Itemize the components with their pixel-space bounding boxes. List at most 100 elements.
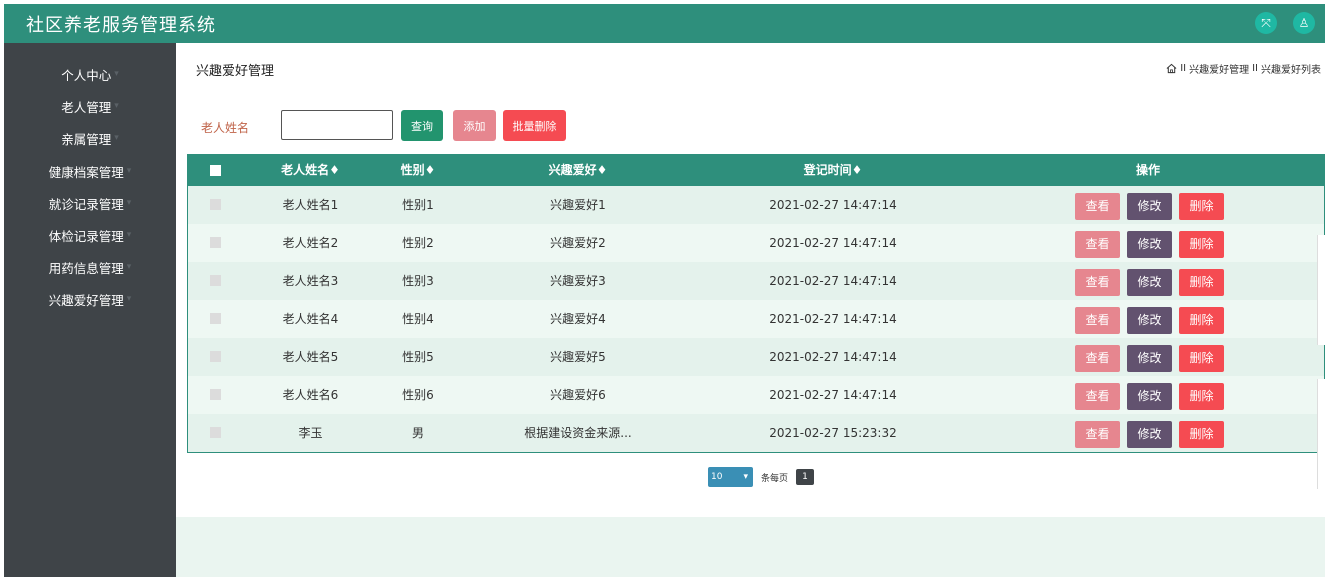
cell-name: 老人姓名3 [282, 274, 339, 288]
column-header-name[interactable]: 老人姓名♦ [268, 154, 353, 186]
delete-button[interactable]: 删除 [1179, 345, 1224, 372]
delete-button[interactable]: 删除 [1179, 307, 1224, 334]
sidebar-item-medication[interactable]: 用药信息管理 ▾ [4, 254, 176, 280]
table-header: 老人姓名♦ 性别♦ 兴趣爱好♦ 登记时间♦ 操作 [188, 154, 1324, 186]
row-checkbox[interactable] [210, 351, 221, 362]
row-checkbox[interactable] [210, 389, 221, 400]
view-button[interactable]: 查看 [1075, 345, 1120, 372]
chevron-down-icon: ▾ [126, 294, 132, 304]
column-header-hobby[interactable]: 兴趣爱好♦ [518, 154, 638, 186]
query-button[interactable]: 查询 [401, 110, 443, 141]
chevron-down-icon: ▾ [126, 262, 132, 272]
delete-button[interactable]: 删除 [1179, 193, 1224, 220]
page-size-select[interactable]: 10 ▾ [708, 467, 753, 487]
fullscreen-icon[interactable]: ⤧ [1255, 12, 1277, 34]
cell-name: 老人姓名6 [282, 388, 339, 402]
delete-button[interactable]: 删除 [1179, 383, 1224, 410]
table-row: 老人姓名4 性别4 兴趣爱好4 2021-02-27 14:47:14 查看 修… [188, 300, 1324, 338]
batch-delete-button[interactable]: 批量删除 [503, 110, 566, 141]
cell-hobby: 兴趣爱好6 [550, 388, 606, 402]
sidebar-item-health-records[interactable]: 健康档案管理 ▾ [4, 158, 176, 184]
sidebar-item-label: 亲属管理 [61, 131, 112, 147]
cell-hobby: 兴趣爱好4 [550, 312, 606, 326]
sidebar-item-checkup-records[interactable]: 体检记录管理 ▾ [4, 222, 176, 248]
column-header-gender[interactable]: 性别♦ [383, 154, 453, 186]
select-all-checkbox[interactable] [210, 165, 221, 176]
hobby-table: 老人姓名♦ 性别♦ 兴趣爱好♦ 登记时间♦ 操作 老人姓名1 性别1 兴趣爱好1… [187, 154, 1325, 453]
cell-gender: 男 [411, 426, 424, 440]
sort-icon: ♦ [851, 163, 863, 177]
page-size-label: 条每页 [761, 473, 789, 484]
row-checkbox[interactable] [210, 237, 221, 248]
chevron-down-icon: ▾ [126, 230, 132, 240]
cell-gender: 性别2 [402, 236, 434, 250]
cell-hobby: 兴趣爱好1 [550, 198, 606, 212]
view-button[interactable]: 查看 [1075, 383, 1120, 410]
chevron-down-icon: ▾ [743, 472, 748, 482]
row-checkbox[interactable] [210, 313, 221, 324]
cell-hobby: 兴趣爱好2 [550, 236, 606, 250]
edit-button[interactable]: 修改 [1127, 193, 1172, 220]
delete-button[interactable]: 删除 [1179, 269, 1224, 296]
sort-icon: ♦ [596, 163, 608, 177]
chevron-down-icon: ▾ [114, 133, 119, 143]
elderly-name-search-input[interactable] [281, 110, 393, 140]
table-row: 老人姓名6 性别6 兴趣爱好6 2021-02-27 14:47:14 查看 修… [188, 376, 1324, 414]
home-icon[interactable] [1166, 63, 1177, 74]
edit-button[interactable]: 修改 [1127, 421, 1172, 448]
view-button[interactable]: 查看 [1075, 269, 1120, 296]
breadcrumb-item-hobby-management[interactable]: 兴趣爱好管理 [1189, 61, 1249, 76]
add-button[interactable]: 添加 [453, 110, 496, 141]
page-number-button[interactable]: 1 [796, 469, 815, 485]
row-checkbox[interactable] [210, 427, 221, 438]
table-row: 老人姓名1 性别1 兴趣爱好1 2021-02-27 14:47:14 查看 修… [188, 186, 1324, 224]
user-icon[interactable]: ♙ [1293, 12, 1315, 34]
cell-name: 老人姓名2 [282, 236, 339, 250]
sidebar-item-personal-center[interactable]: 个人中心 ▾ [4, 61, 176, 87]
cell-hobby: 兴趣爱好5 [550, 350, 606, 364]
cell-name: 老人姓名4 [282, 312, 339, 326]
cell-name: 李玉 [298, 426, 323, 440]
edit-button[interactable]: 修改 [1127, 231, 1172, 258]
edit-button[interactable]: 修改 [1127, 307, 1172, 334]
view-button[interactable]: 查看 [1075, 193, 1120, 220]
cell-time: 2021-02-27 14:47:14 [769, 312, 897, 326]
table-row: 李玉 男 根据建设资金来源... 2021-02-27 15:23:32 查看 … [188, 414, 1324, 452]
row-checkbox[interactable] [210, 199, 221, 210]
main-content: 兴趣爱好管理 II 兴趣爱好管理 II 兴趣爱好列表 老人姓名 查询 添加 批量… [176, 43, 1325, 577]
sidebar-item-hobbies[interactable]: 兴趣爱好管理 ▾ [4, 286, 176, 312]
sort-icon: ♦ [329, 163, 340, 177]
cell-time: 2021-02-27 14:47:14 [769, 274, 897, 288]
delete-button[interactable]: 删除 [1179, 421, 1224, 448]
chevron-down-icon: ▾ [114, 101, 119, 111]
breadcrumb-separator: II [1180, 63, 1187, 74]
sidebar-item-label: 老人管理 [61, 99, 112, 115]
sidebar-item-visit-records[interactable]: 就诊记录管理 ▾ [4, 190, 176, 216]
chevron-down-icon: ▾ [114, 69, 119, 79]
search-label: 老人姓名 [201, 121, 250, 135]
edit-button[interactable]: 修改 [1127, 269, 1172, 296]
cell-hobby: 根据建设资金来源... [524, 426, 632, 440]
column-header-actions: 操作 [1135, 163, 1160, 177]
scrollbar[interactable] [1317, 235, 1325, 345]
footer-area [176, 517, 1325, 577]
edit-button[interactable]: 修改 [1127, 383, 1172, 410]
cell-time: 2021-02-27 14:47:14 [769, 236, 897, 250]
scrollbar[interactable] [1317, 379, 1325, 489]
cell-time: 2021-02-27 14:47:14 [769, 350, 897, 364]
sort-icon: ♦ [424, 163, 436, 177]
cell-gender: 性别4 [402, 312, 434, 326]
sidebar-item-elderly[interactable]: 老人管理 ▾ [4, 93, 176, 119]
edit-button[interactable]: 修改 [1127, 345, 1172, 372]
view-button[interactable]: 查看 [1075, 307, 1120, 334]
view-button[interactable]: 查看 [1075, 231, 1120, 258]
chevron-down-icon: ▾ [126, 166, 132, 176]
table-row: 老人姓名5 性别5 兴趣爱好5 2021-02-27 14:47:14 查看 修… [188, 338, 1324, 376]
cell-name: 老人姓名5 [282, 350, 339, 364]
column-header-time[interactable]: 登记时间♦ [768, 154, 898, 186]
sidebar-item-relatives[interactable]: 亲属管理 ▾ [4, 125, 176, 151]
row-checkbox[interactable] [210, 275, 221, 286]
delete-button[interactable]: 删除 [1179, 231, 1224, 258]
table-row: 老人姓名3 性别3 兴趣爱好3 2021-02-27 14:47:14 查看 修… [188, 262, 1324, 300]
view-button[interactable]: 查看 [1075, 421, 1120, 448]
